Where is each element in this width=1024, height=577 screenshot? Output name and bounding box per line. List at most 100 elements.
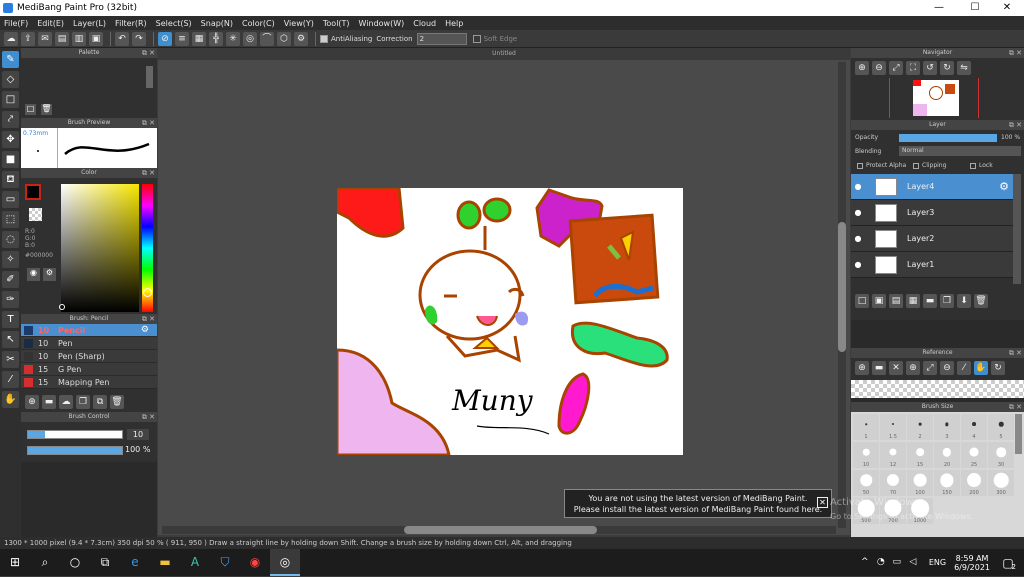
- layer-folder-icon[interactable]: ▬: [923, 294, 937, 308]
- rotate-left-icon[interactable]: ↺: [923, 61, 937, 75]
- snap-settings-icon[interactable]: ⚙: [294, 31, 308, 46]
- brush-size-cell[interactable]: 20: [934, 442, 960, 468]
- layer-row[interactable]: ● Layer2: [851, 226, 1013, 252]
- layer-opacity-slider[interactable]: [899, 134, 997, 142]
- cloud-brush-icon[interactable]: ☁: [59, 395, 73, 409]
- app-icon-a[interactable]: A: [180, 549, 210, 576]
- brush-size-cell[interactable]: 150: [934, 470, 960, 496]
- rotate-right-icon[interactable]: ↻: [940, 61, 954, 75]
- curve-snap-icon[interactable]: ⌒: [260, 31, 274, 46]
- panel-close-icon[interactable]: ⧉ ✕: [142, 412, 155, 422]
- menu-filter[interactable]: Filter(R): [115, 19, 147, 28]
- flip-icon[interactable]: ⇋: [957, 61, 971, 75]
- brush-size-cell[interactable]: 10: [853, 442, 879, 468]
- blending-select[interactable]: Normal: [899, 146, 1021, 156]
- protect-alpha-checkbox[interactable]: [857, 163, 863, 169]
- brush-size-cell[interactable]: 100: [907, 470, 933, 496]
- brush-settings-icon[interactable]: ⚙: [141, 325, 149, 335]
- close-button[interactable]: ✕: [990, 0, 1024, 16]
- battery-icon[interactable]: ▭: [889, 549, 905, 576]
- storyboard-icon[interactable]: ▤: [55, 31, 69, 46]
- reference-rotate-icon[interactable]: ↻: [991, 361, 1005, 375]
- cross-snap-icon[interactable]: ╬: [209, 31, 223, 46]
- panel-close-icon[interactable]: ⧉ ✕: [142, 118, 155, 128]
- reference-open-icon[interactable]: ⊕: [855, 361, 869, 375]
- file-explorer-icon[interactable]: ▬: [150, 549, 180, 576]
- perspective-snap-icon[interactable]: ⬡: [277, 31, 291, 46]
- artwork-canvas[interactable]: Muny: [337, 188, 683, 455]
- brush-tool-icon[interactable]: ✎: [2, 51, 19, 68]
- layer-scrollbar[interactable]: [1013, 174, 1021, 284]
- delete-color-icon[interactable]: 🗑: [41, 104, 52, 115]
- visibility-icon[interactable]: ●: [851, 260, 865, 269]
- panel-close-icon[interactable]: ⧉ ✕: [1009, 402, 1022, 412]
- clipping-checkbox[interactable]: [913, 163, 919, 169]
- brush-size-cell[interactable]: 12: [880, 442, 906, 468]
- save-icon[interactable]: ▣: [89, 31, 103, 46]
- eraser-tool-icon[interactable]: ◇: [2, 71, 19, 88]
- panel-close-icon[interactable]: ⧉ ✕: [1009, 348, 1022, 358]
- layer-row[interactable]: ● Layer3: [851, 200, 1013, 226]
- parallel-snap-icon[interactable]: ≡: [175, 31, 189, 46]
- share-icon[interactable]: ⇪: [21, 31, 35, 46]
- select-rect-icon[interactable]: ⬚: [2, 211, 19, 228]
- brush-size-cell[interactable]: 30: [988, 442, 1014, 468]
- language-indicator[interactable]: ENG: [929, 558, 946, 567]
- fit-icon[interactable]: ⤢: [889, 61, 903, 75]
- copy-brush-icon[interactable]: ❐: [76, 395, 90, 409]
- cortana-icon[interactable]: ○: [60, 549, 90, 576]
- new-layer-icon[interactable]: □: [855, 294, 869, 308]
- brush-item[interactable]: 10 Pen: [21, 337, 157, 350]
- color-sv-picker[interactable]: [61, 184, 139, 312]
- network-icon[interactable]: ◔: [873, 549, 889, 576]
- add-brush-icon[interactable]: ⊕: [25, 395, 39, 409]
- brush-size-cell[interactable]: 70: [880, 470, 906, 496]
- brush-size-value[interactable]: 10: [127, 429, 149, 440]
- canvas-tab[interactable]: Untitled: [158, 48, 850, 60]
- actual-size-icon[interactable]: ⛶: [906, 61, 920, 75]
- reference-canvas[interactable]: [851, 380, 1024, 398]
- menu-snap[interactable]: Snap(N): [201, 19, 233, 28]
- text-tool-icon[interactable]: T: [2, 311, 19, 328]
- visibility-icon[interactable]: ●: [851, 234, 865, 243]
- redo-icon[interactable]: ↷: [132, 31, 146, 46]
- correction-select[interactable]: 2: [416, 32, 467, 45]
- brush-size-cell[interactable]: 50: [853, 470, 879, 496]
- menu-file[interactable]: File(F): [4, 19, 28, 28]
- panel-close-icon[interactable]: ⧉ ✕: [142, 48, 155, 58]
- notification-close-button[interactable]: ✕: [817, 497, 828, 508]
- reference-folder-icon[interactable]: ▬: [872, 361, 886, 375]
- maximize-button[interactable]: ☐: [958, 0, 992, 16]
- brush-size-cell[interactable]: 2: [907, 414, 933, 440]
- chrome-icon[interactable]: ◉: [240, 549, 270, 576]
- menu-tool[interactable]: Tool(T): [323, 19, 350, 28]
- brush-size-cell[interactable]: 15: [907, 442, 933, 468]
- menu-select[interactable]: Select(S): [156, 19, 192, 28]
- brush-size-slider[interactable]: [27, 430, 123, 439]
- panel-close-icon[interactable]: ⧉ ✕: [1009, 120, 1022, 130]
- soft-edge-checkbox[interactable]: [472, 34, 481, 43]
- panel-close-icon[interactable]: ⧉ ✕: [142, 168, 155, 178]
- edge-icon[interactable]: e: [120, 549, 150, 576]
- delete-brush-icon[interactable]: 🗑: [110, 395, 124, 409]
- brush-size-cell[interactable]: 300: [988, 470, 1014, 496]
- brush-size-cell[interactable]: 1: [853, 414, 879, 440]
- hand-tool-icon[interactable]: ✋: [2, 391, 19, 408]
- brush-size-cell[interactable]: 5: [988, 414, 1014, 440]
- antialiasing-checkbox[interactable]: [320, 34, 328, 43]
- menu-layer[interactable]: Layer(L): [73, 19, 106, 28]
- canvas-horizontal-scrollbar[interactable]: [162, 526, 836, 534]
- layer-row[interactable]: ● Layer1: [851, 252, 1013, 278]
- add-color-icon[interactable]: □: [25, 104, 36, 115]
- start-icon[interactable]: ⊞: [0, 549, 30, 576]
- brush-item[interactable]: 10 Pen (Sharp): [21, 350, 157, 363]
- brush-size-scrollbar[interactable]: [1015, 414, 1022, 454]
- divide-icon[interactable]: ✂: [2, 351, 19, 368]
- brush-size-cell[interactable]: 25: [961, 442, 987, 468]
- layer-settings-icon[interactable]: ⚙: [999, 180, 1009, 193]
- lock-checkbox[interactable]: [970, 163, 976, 169]
- delete-layer-icon[interactable]: 🗑: [974, 294, 988, 308]
- medibang-taskbar-icon[interactable]: ◎: [270, 549, 300, 576]
- select-pen-icon[interactable]: ✐: [2, 271, 19, 288]
- operation-icon[interactable]: ↖: [2, 331, 19, 348]
